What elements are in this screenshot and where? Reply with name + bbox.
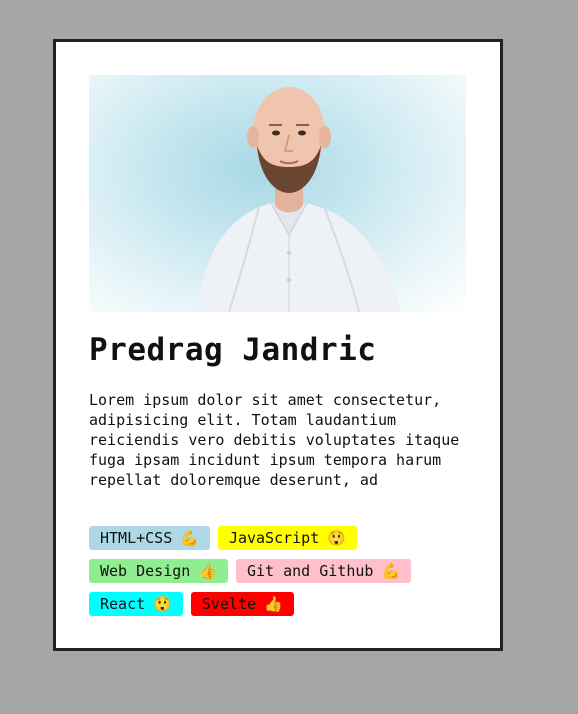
tag-svelte: Svelte 👍 — [190, 592, 294, 616]
tag-row: HTML+CSS 💪 JavaScript 😲 — [89, 526, 469, 550]
thumbs-up-icon: 👍 — [264, 595, 283, 613]
tag-git-and-github: Git and Github 💪 — [236, 559, 412, 583]
flexed-biceps-icon: 💪 — [381, 562, 401, 580]
profile-bio: Lorem ipsum dolor sit amet consectetur, … — [89, 391, 460, 489]
astonished-face-icon: 😲 — [327, 529, 346, 547]
astonished-face-icon: 😲 — [153, 595, 172, 613]
tag-html-css: HTML+CSS 💪 — [89, 526, 210, 550]
tag-javascript: JavaScript 😲 — [217, 526, 357, 550]
tag-label: Git and Github — [247, 562, 374, 580]
tag-label: React — [100, 595, 146, 613]
tag-label: Svelte — [201, 595, 257, 613]
tag-label: Web Design — [100, 562, 191, 580]
thumbs-up-icon: 👍 — [198, 562, 217, 580]
tag-web-design: Web Design 👍 — [89, 559, 228, 583]
profile-card: Predrag Jandric Lorem ipsum dolor sit am… — [53, 39, 503, 651]
tag-label: HTML+CSS — [100, 529, 173, 547]
tag-row: React 😲 Svelte 👍 — [89, 592, 469, 616]
flexed-biceps-icon: 💪 — [180, 529, 199, 547]
tag-label: JavaScript — [228, 529, 320, 547]
skill-tags: HTML+CSS 💪 JavaScript 😲 Web Design 👍 Git… — [89, 526, 469, 625]
person-photo — [199, 87, 401, 312]
tag-row: Web Design 👍 Git and Github 💪 — [89, 559, 469, 583]
profile-name: Predrag Jandric — [89, 332, 377, 368]
profile-photo — [89, 75, 466, 312]
tag-react: React 😲 — [89, 592, 183, 616]
